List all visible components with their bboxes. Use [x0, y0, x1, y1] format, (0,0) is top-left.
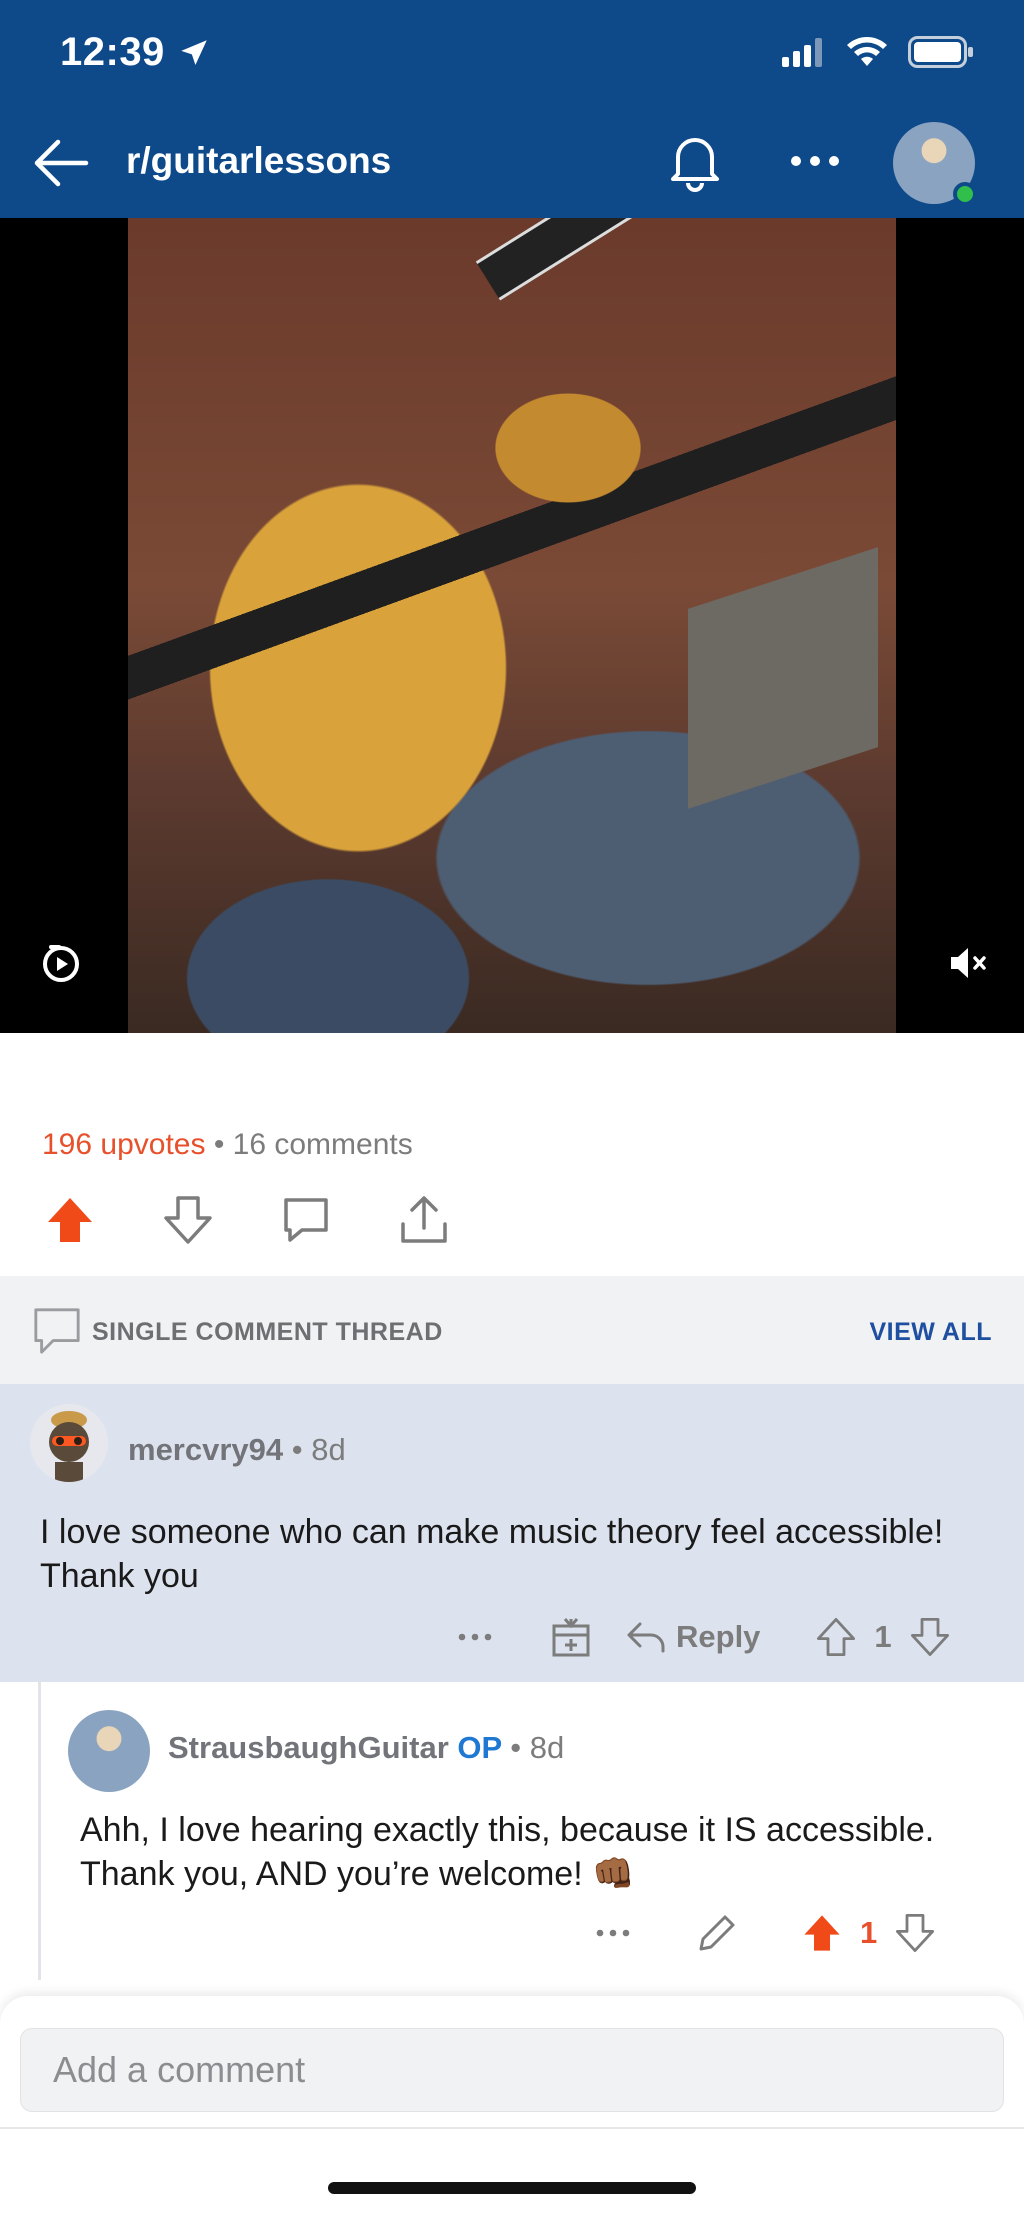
- post-action-bar: [40, 1190, 454, 1250]
- notifications-button[interactable]: [660, 126, 730, 196]
- comment-reply-item: StrausbaughGuitar OP • 8d Ahh, I love he…: [0, 1682, 1024, 1980]
- comment-count[interactable]: 16 comments: [233, 1128, 413, 1161]
- comment-score: 1: [860, 1915, 878, 1950]
- comment-username[interactable]: StrausbaughGuitar: [168, 1730, 449, 1765]
- video-guitar-neck: [475, 218, 789, 301]
- app-header: 12:39 r/guitarlessons: [0, 0, 1024, 218]
- comment-thread-icon: [32, 1306, 82, 1361]
- downvote-icon: [164, 1196, 212, 1244]
- gift-icon: [552, 1618, 590, 1657]
- comment-body: Ahh, I love hearing exactly this, becaus…: [80, 1811, 935, 1893]
- wifi-icon: [847, 37, 887, 66]
- video-player[interactable]: [0, 218, 1024, 1033]
- cellular-signal-icon: [782, 38, 822, 67]
- thread-label: SINGLE COMMENT THREAD: [92, 1318, 443, 1346]
- comment-vote-controls: 1: [816, 1612, 949, 1662]
- give-award-button[interactable]: [546, 1612, 596, 1662]
- view-all-button[interactable]: VIEW ALL: [869, 1318, 992, 1347]
- more-horizontal-icon: [791, 156, 839, 166]
- upvote-count: 196 upvotes: [42, 1128, 206, 1161]
- playback-speed-button[interactable]: [38, 940, 84, 986]
- back-arrow-icon: [34, 139, 89, 187]
- stats-separator: •: [213, 1128, 225, 1161]
- comment-author: mercvry94 • 8d: [128, 1432, 346, 1467]
- comment-bubble-icon: [284, 1198, 328, 1242]
- comment-age: 8d: [311, 1432, 346, 1467]
- upvote-icon[interactable]: [816, 1616, 856, 1658]
- comment-age: 8d: [529, 1730, 565, 1765]
- add-comment-input[interactable]: [20, 2028, 1004, 2112]
- home-indicator[interactable]: [328, 2182, 696, 2194]
- back-button[interactable]: [26, 128, 96, 198]
- bottom-divider: [0, 2127, 1024, 2129]
- muted-speaker-icon: [951, 948, 986, 978]
- more-horizontal-icon: [596, 1929, 630, 1937]
- playback-icon: [43, 945, 79, 982]
- downvote-icon[interactable]: [910, 1616, 950, 1658]
- post-comment-button[interactable]: [276, 1190, 336, 1250]
- upvote-filled-icon[interactable]: [802, 1912, 842, 1954]
- thread-indent-line: [38, 1682, 41, 1980]
- downvote-icon[interactable]: [895, 1912, 935, 1954]
- bell-icon: [671, 138, 719, 192]
- op-badge: OP: [457, 1730, 502, 1765]
- comment-more-button[interactable]: [588, 1908, 638, 1958]
- battery-icon: [908, 36, 973, 68]
- commenter-avatar[interactable]: [68, 1710, 150, 1792]
- online-status-dot: [953, 182, 977, 206]
- upvote-filled-icon: [48, 1198, 92, 1242]
- post-stats: 196 upvotes • 16 comments: [42, 1128, 413, 1162]
- reply-button[interactable]: Reply: [626, 1612, 760, 1662]
- comment-body: I love someone who can make music theory…: [40, 1513, 944, 1595]
- comment-action-bar: Reply 1: [450, 1612, 950, 1662]
- post-upvote-button[interactable]: [40, 1190, 100, 1250]
- mute-button[interactable]: [944, 940, 990, 986]
- status-time: 12:39: [60, 30, 211, 75]
- video-amp-shape: [688, 547, 878, 809]
- post-downvote-button[interactable]: [158, 1190, 218, 1250]
- user-avatar[interactable]: [893, 122, 977, 206]
- single-thread-bar: SINGLE COMMENT THREAD VIEW ALL: [0, 1276, 1024, 1384]
- commenter-avatar[interactable]: [30, 1404, 108, 1482]
- location-arrow-icon: [181, 39, 207, 65]
- status-bar: 12:39: [0, 0, 1024, 110]
- reply-arrow-icon: [627, 1622, 665, 1653]
- nav-bar: r/guitarlessons: [0, 110, 1024, 218]
- comment-author: StrausbaughGuitar OP • 8d: [168, 1730, 565, 1765]
- subreddit-title[interactable]: r/guitarlessons: [126, 140, 391, 182]
- pencil-icon: [699, 1915, 735, 1951]
- more-horizontal-icon: [458, 1633, 492, 1641]
- clock-text: 12:39: [60, 30, 165, 74]
- comment-composer-bar: [0, 1996, 1024, 2216]
- post-share-button[interactable]: [394, 1190, 454, 1250]
- snoo-avatar-icon: [49, 1411, 89, 1482]
- comment-item: mercvry94 • 8d I love someone who can ma…: [0, 1384, 1024, 1682]
- status-icons: [782, 36, 974, 68]
- comment-username[interactable]: mercvry94: [128, 1432, 283, 1467]
- edit-comment-button[interactable]: [692, 1908, 742, 1958]
- reply-label: Reply: [676, 1619, 761, 1654]
- comment-vote-controls: 1: [802, 1908, 935, 1958]
- video-frame: [128, 218, 896, 1033]
- comment-action-bar: 1: [588, 1908, 935, 1958]
- more-options-button[interactable]: [780, 126, 850, 196]
- comment-more-button[interactable]: [450, 1612, 500, 1662]
- comment-score: 1: [874, 1619, 892, 1654]
- share-icon: [401, 1196, 447, 1243]
